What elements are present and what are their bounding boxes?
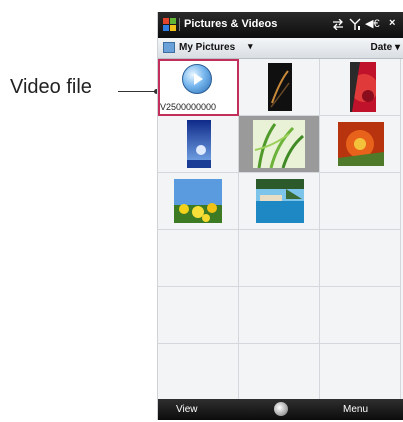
- image-tile[interactable]: [320, 116, 401, 173]
- empty-tile: [158, 287, 239, 344]
- thumbnail-image: [268, 63, 292, 111]
- empty-tile: [158, 344, 239, 401]
- app-title: Pictures & Videos: [184, 18, 278, 30]
- folder-dropdown[interactable]: My Pictures: [179, 42, 235, 53]
- thumbnail-image: [338, 122, 384, 166]
- title-bar: Pictures & Videos ◀€ ×: [158, 12, 403, 38]
- thumbnail-image: [253, 120, 305, 168]
- empty-tile: [320, 344, 401, 401]
- close-icon[interactable]: ×: [389, 17, 395, 29]
- callout-label: Video file: [10, 76, 92, 98]
- empty-tile: [239, 344, 320, 401]
- callout-line: [118, 91, 156, 92]
- view-softkey[interactable]: View: [176, 404, 198, 415]
- menu-softkey[interactable]: Menu: [343, 404, 368, 415]
- thumbnail-image: [256, 179, 304, 223]
- video-file-label: V2500000000: [160, 102, 217, 112]
- media-player-icon: [182, 64, 212, 94]
- title-separator: [179, 18, 180, 31]
- thumbnail-image: [187, 120, 211, 168]
- signal-icon[interactable]: [349, 18, 361, 30]
- phone-screen: Pictures & Videos ◀€ × My Pictures ▾ Dat…: [157, 12, 403, 420]
- thumbnail-image: [350, 62, 376, 112]
- connectivity-icon[interactable]: [332, 19, 344, 30]
- video-file-tile[interactable]: V2500000000: [158, 59, 239, 116]
- empty-tile: [320, 230, 401, 287]
- image-tile[interactable]: [158, 116, 239, 173]
- sort-dropdown[interactable]: Date ▾: [371, 42, 400, 53]
- empty-tile: [239, 287, 320, 344]
- folder-icon: [163, 42, 175, 53]
- soft-key-bar: View Menu: [158, 399, 403, 420]
- empty-tile: [158, 230, 239, 287]
- thumbnail-grid: V2500000000: [158, 59, 403, 401]
- image-tile[interactable]: [239, 116, 320, 173]
- image-tile[interactable]: [239, 59, 320, 116]
- volume-icon[interactable]: ◀€: [365, 17, 380, 30]
- windows-logo-icon[interactable]: [163, 18, 176, 31]
- folder-bar: My Pictures ▾ Date ▾: [158, 38, 403, 59]
- camera-icon[interactable]: [274, 402, 288, 416]
- thumbnail-image: [174, 179, 222, 223]
- image-tile[interactable]: [158, 173, 239, 230]
- image-tile[interactable]: [320, 59, 401, 116]
- image-tile[interactable]: [239, 173, 320, 230]
- empty-tile: [239, 230, 320, 287]
- empty-tile: [320, 173, 401, 230]
- chevron-down-icon[interactable]: ▾: [248, 41, 253, 52]
- empty-tile: [320, 287, 401, 344]
